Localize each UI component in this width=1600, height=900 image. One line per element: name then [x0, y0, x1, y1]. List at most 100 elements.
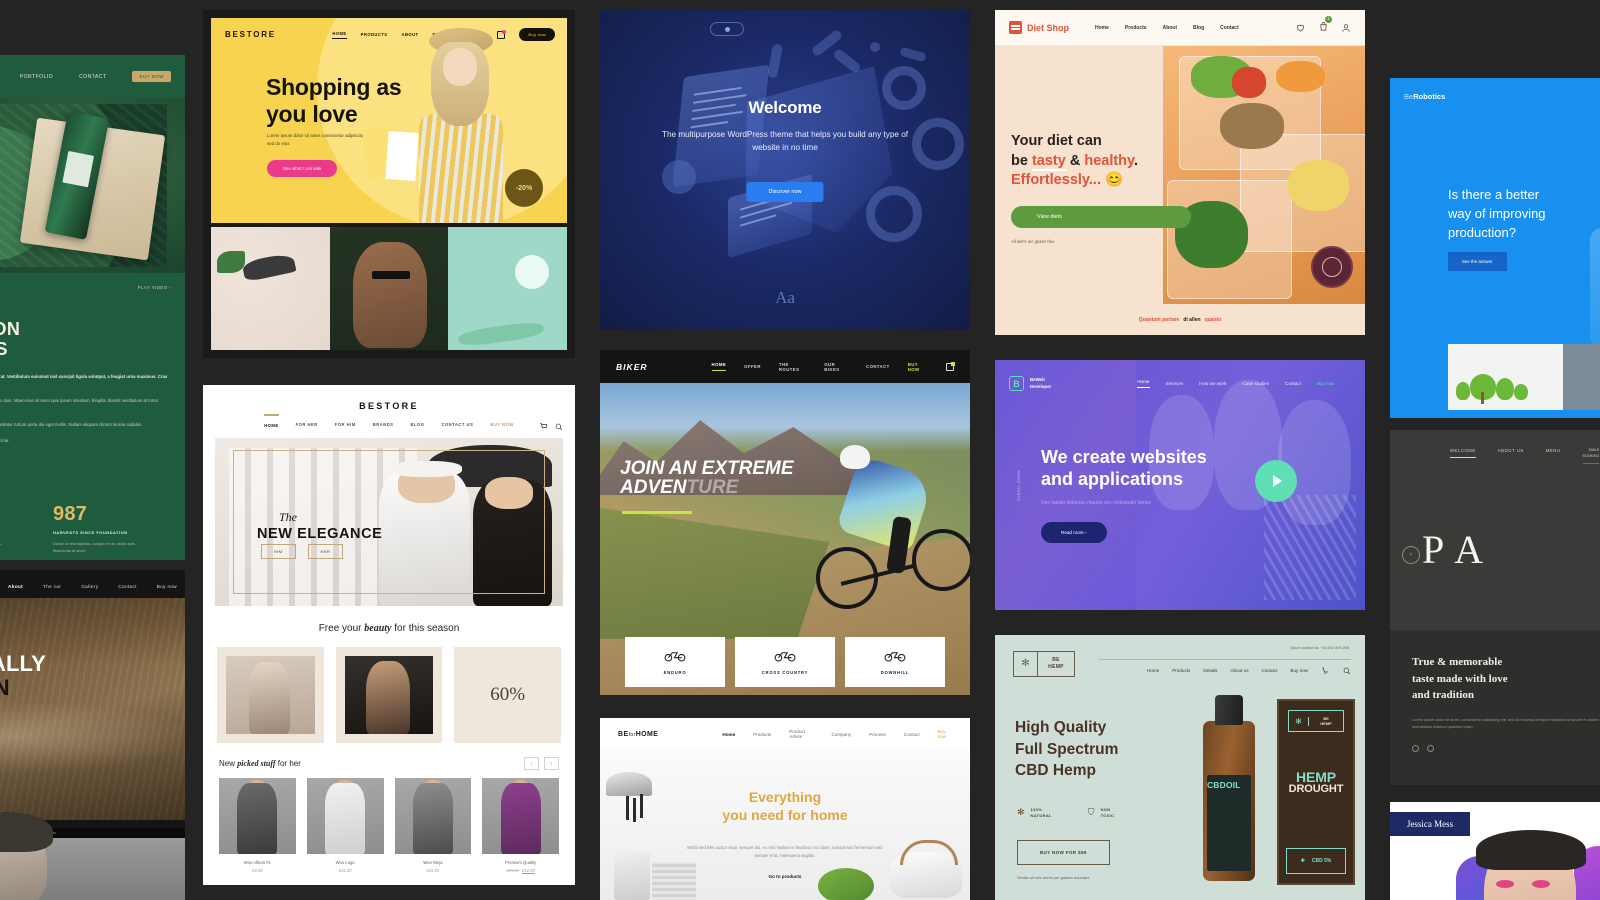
rally-nav-contact[interactable]: Contact: [118, 584, 136, 589]
biker-nav-home[interactable]: HOME: [711, 362, 727, 371]
product-card[interactable]: Woo Logo £15.00: [306, 778, 384, 873]
diet-nav-about[interactable]: About: [1163, 25, 1177, 31]
theme-card-biker[interactable]: BIKER HOME OFFER THE ROUTES OUR BIKES CO…: [600, 350, 970, 695]
elegance-nav-for-her[interactable]: FOR HER: [296, 422, 318, 427]
biker-card-downhill[interactable]: DOWNHILL: [845, 637, 945, 687]
play-button-icon[interactable]: [1255, 460, 1297, 502]
theme-card-rally[interactable]: Home About The car Gallery Contact Buy n…: [0, 570, 185, 900]
welcome-discover-button[interactable]: Discover now: [746, 182, 824, 202]
restaurant-nav-about-us[interactable]: ABOUT US: [1498, 448, 1524, 453]
elegance-nav-contact-us[interactable]: CONTACT US: [441, 422, 473, 427]
theme-card-beweb[interactable]: B BeWeb Developer Home Services How we wo…: [995, 360, 1365, 610]
beweb-nav-home[interactable]: Home: [1137, 379, 1150, 388]
heart-icon[interactable]: [1295, 22, 1306, 33]
behome-nav-contact[interactable]: Contact: [904, 732, 920, 737]
hemp-nav-buy-now[interactable]: Buy now: [1290, 668, 1308, 673]
search-icon[interactable]: [555, 423, 563, 431]
bestore-nav-products[interactable]: PRODUCTS: [361, 32, 388, 37]
promo-tile-1[interactable]: [217, 647, 324, 743]
theme-card-jessica-mess[interactable]: Jessica Mess: [1390, 802, 1600, 900]
product-card[interactable]: Woo Album #1 £9.00: [219, 778, 296, 873]
biker-nav-offer[interactable]: OFFER: [744, 364, 761, 369]
restaurant-booking-link[interactable]: TABLE BOOKING: [1582, 448, 1600, 464]
diet-nav-contact[interactable]: Contact: [1220, 25, 1239, 31]
tile-accessories[interactable]: [211, 227, 330, 350]
elegance-nav-brands[interactable]: BRANDS: [373, 422, 394, 427]
restaurant-nav-welcome[interactable]: WELCOME: [1450, 448, 1476, 458]
search-icon[interactable]: [1343, 667, 1351, 675]
robotics-cta-button[interactable]: See the answer: [1448, 252, 1507, 271]
restaurant-nav-menu[interactable]: MENU: [1546, 448, 1561, 453]
hemp-nav-about-us[interactable]: About us: [1230, 668, 1248, 673]
theme-card-diet-shop[interactable]: Diet Shop Home Products About Blog Conta…: [995, 10, 1365, 335]
bestore-buy-now-button[interactable]: Buy now: [519, 28, 555, 41]
promo-tile-2[interactable]: [335, 647, 443, 743]
diet-nav-home[interactable]: Home: [1095, 25, 1109, 31]
behome-nav-home[interactable]: Home: [722, 732, 735, 737]
diet-view-diets-button[interactable]: View diets: [1011, 206, 1191, 229]
beweb-nav-case-studies[interactable]: Case studies: [1242, 381, 1269, 386]
carousel-prev-icon[interactable]: ‹: [1402, 546, 1420, 564]
wine-buy-button[interactable]: BUY NOW: [132, 71, 171, 82]
cart-icon[interactable]: [946, 361, 955, 371]
elegance-nav-buy-now[interactable]: BUY NOW: [490, 422, 513, 427]
elegance-nav-home[interactable]: HOME: [264, 414, 279, 428]
theme-card-bestore-yellow[interactable]: BESTORE HOME PRODUCTS ABOUT BLOG CONTACT…: [203, 10, 575, 358]
wine-nav-portfolio[interactable]: PORTFOLIO: [20, 74, 53, 80]
beweb-nav-services[interactable]: Services: [1166, 381, 1184, 386]
beweb-nav-buy-now[interactable]: Buy now: [1317, 381, 1335, 386]
rally-nav-the-car[interactable]: The car: [43, 584, 61, 589]
elegance-nav-for-him[interactable]: FOR HIM: [335, 422, 356, 427]
behome-nav-product-artists[interactable]: Product Artists: [789, 729, 813, 739]
rally-nav-about[interactable]: About: [8, 584, 23, 589]
user-icon[interactable]: [1341, 23, 1351, 33]
biker-nav-buy-now[interactable]: BUY NOW: [908, 362, 928, 372]
biker-card-cross-country[interactable]: CROSS COUNTRY: [735, 637, 835, 687]
hemp-nav-products[interactable]: Products: [1172, 668, 1190, 673]
chevron-right-icon[interactable]: ›: [544, 757, 559, 770]
hemp-nav-contact[interactable]: Contact: [1262, 668, 1278, 673]
tile-fashion[interactable]: [329, 227, 449, 350]
theme-card-wine[interactable]: VINE PORTFOLIO CONTACT BUY NOW ...wine w…: [0, 55, 185, 560]
theme-card-behome[interactable]: BEforHOME Home Products Product Artists …: [600, 718, 970, 900]
bestore-yellow-cta-button[interactable]: See what I can sale: [267, 160, 338, 177]
chevron-left-icon[interactable]: ‹: [524, 757, 539, 770]
beweb-nav-how-we-work[interactable]: How we work: [1199, 381, 1226, 386]
diet-nav-blog[interactable]: Blog: [1193, 25, 1204, 31]
tile-cosmetics[interactable]: [448, 227, 567, 350]
theme-card-hemp[interactable]: ✻ BE HEMP Quick contact us: +34 042 809 2…: [995, 635, 1365, 900]
behome-cta-link[interactable]: Go to products: [600, 874, 970, 879]
rally-nav-buy-now[interactable]: Buy now: [157, 584, 177, 589]
elegance-nav-blog[interactable]: BLOG: [411, 422, 425, 427]
behome-nav-buy-now[interactable]: Buy now: [938, 729, 952, 739]
behome-nav-process[interactable]: Process: [869, 732, 886, 737]
behome-nav-products[interactable]: Products: [753, 732, 771, 737]
wine-play-video-link[interactable]: PLAY VIDEO ›: [138, 285, 171, 290]
bestore-nav-home[interactable]: HOME: [332, 31, 347, 39]
robotics-tile-arm[interactable]: [1563, 344, 1600, 410]
theme-card-bestore-elegance[interactable]: BESTORE HOME FOR HER FOR HIM BRANDS BLOG…: [203, 385, 575, 885]
product-card[interactable]: Woo Ninja £15.00: [394, 778, 472, 873]
hemp-nav-home[interactable]: Home: [1147, 668, 1159, 673]
dot-indicator[interactable]: [1412, 744, 1419, 752]
behome-nav-company[interactable]: Company: [831, 732, 851, 737]
wine-nav-contact[interactable]: CONTACT: [79, 74, 106, 80]
theme-card-welcome[interactable]: Welcome The multipurpose WordPress theme…: [600, 10, 970, 330]
pill-him[interactable]: HIM: [261, 544, 296, 559]
hemp-buy-button[interactable]: BUY NOW FOR $59: [1017, 840, 1110, 865]
robotics-tile-trees[interactable]: [1448, 344, 1563, 410]
product-card[interactable]: Premium Quality £20.00 £12.00: [482, 778, 559, 873]
theme-card-restaurant[interactable]: WELCOME ABOUT US MENU TABLE BOOKING ‹ PA …: [1390, 430, 1600, 785]
diet-nav-products[interactable]: Products: [1125, 25, 1147, 31]
cart-icon[interactable]: [1321, 666, 1330, 675]
pill-her[interactable]: HER: [307, 544, 344, 559]
promo-tile-discount[interactable]: 60%: [454, 647, 561, 743]
cart-icon[interactable]: [539, 422, 548, 431]
biker-nav-our-bikes[interactable]: OUR BIKES: [824, 362, 848, 372]
biker-card-enduro[interactable]: ENDURO: [625, 637, 725, 687]
dot-indicator[interactable]: [1427, 744, 1434, 752]
cart-icon-wrap[interactable]: 2: [1318, 15, 1332, 37]
beweb-read-more-button[interactable]: Read more ›: [1041, 522, 1107, 543]
biker-nav-the-routes[interactable]: THE ROUTES: [779, 362, 806, 372]
rally-nav-gallery[interactable]: Gallery: [81, 584, 98, 589]
